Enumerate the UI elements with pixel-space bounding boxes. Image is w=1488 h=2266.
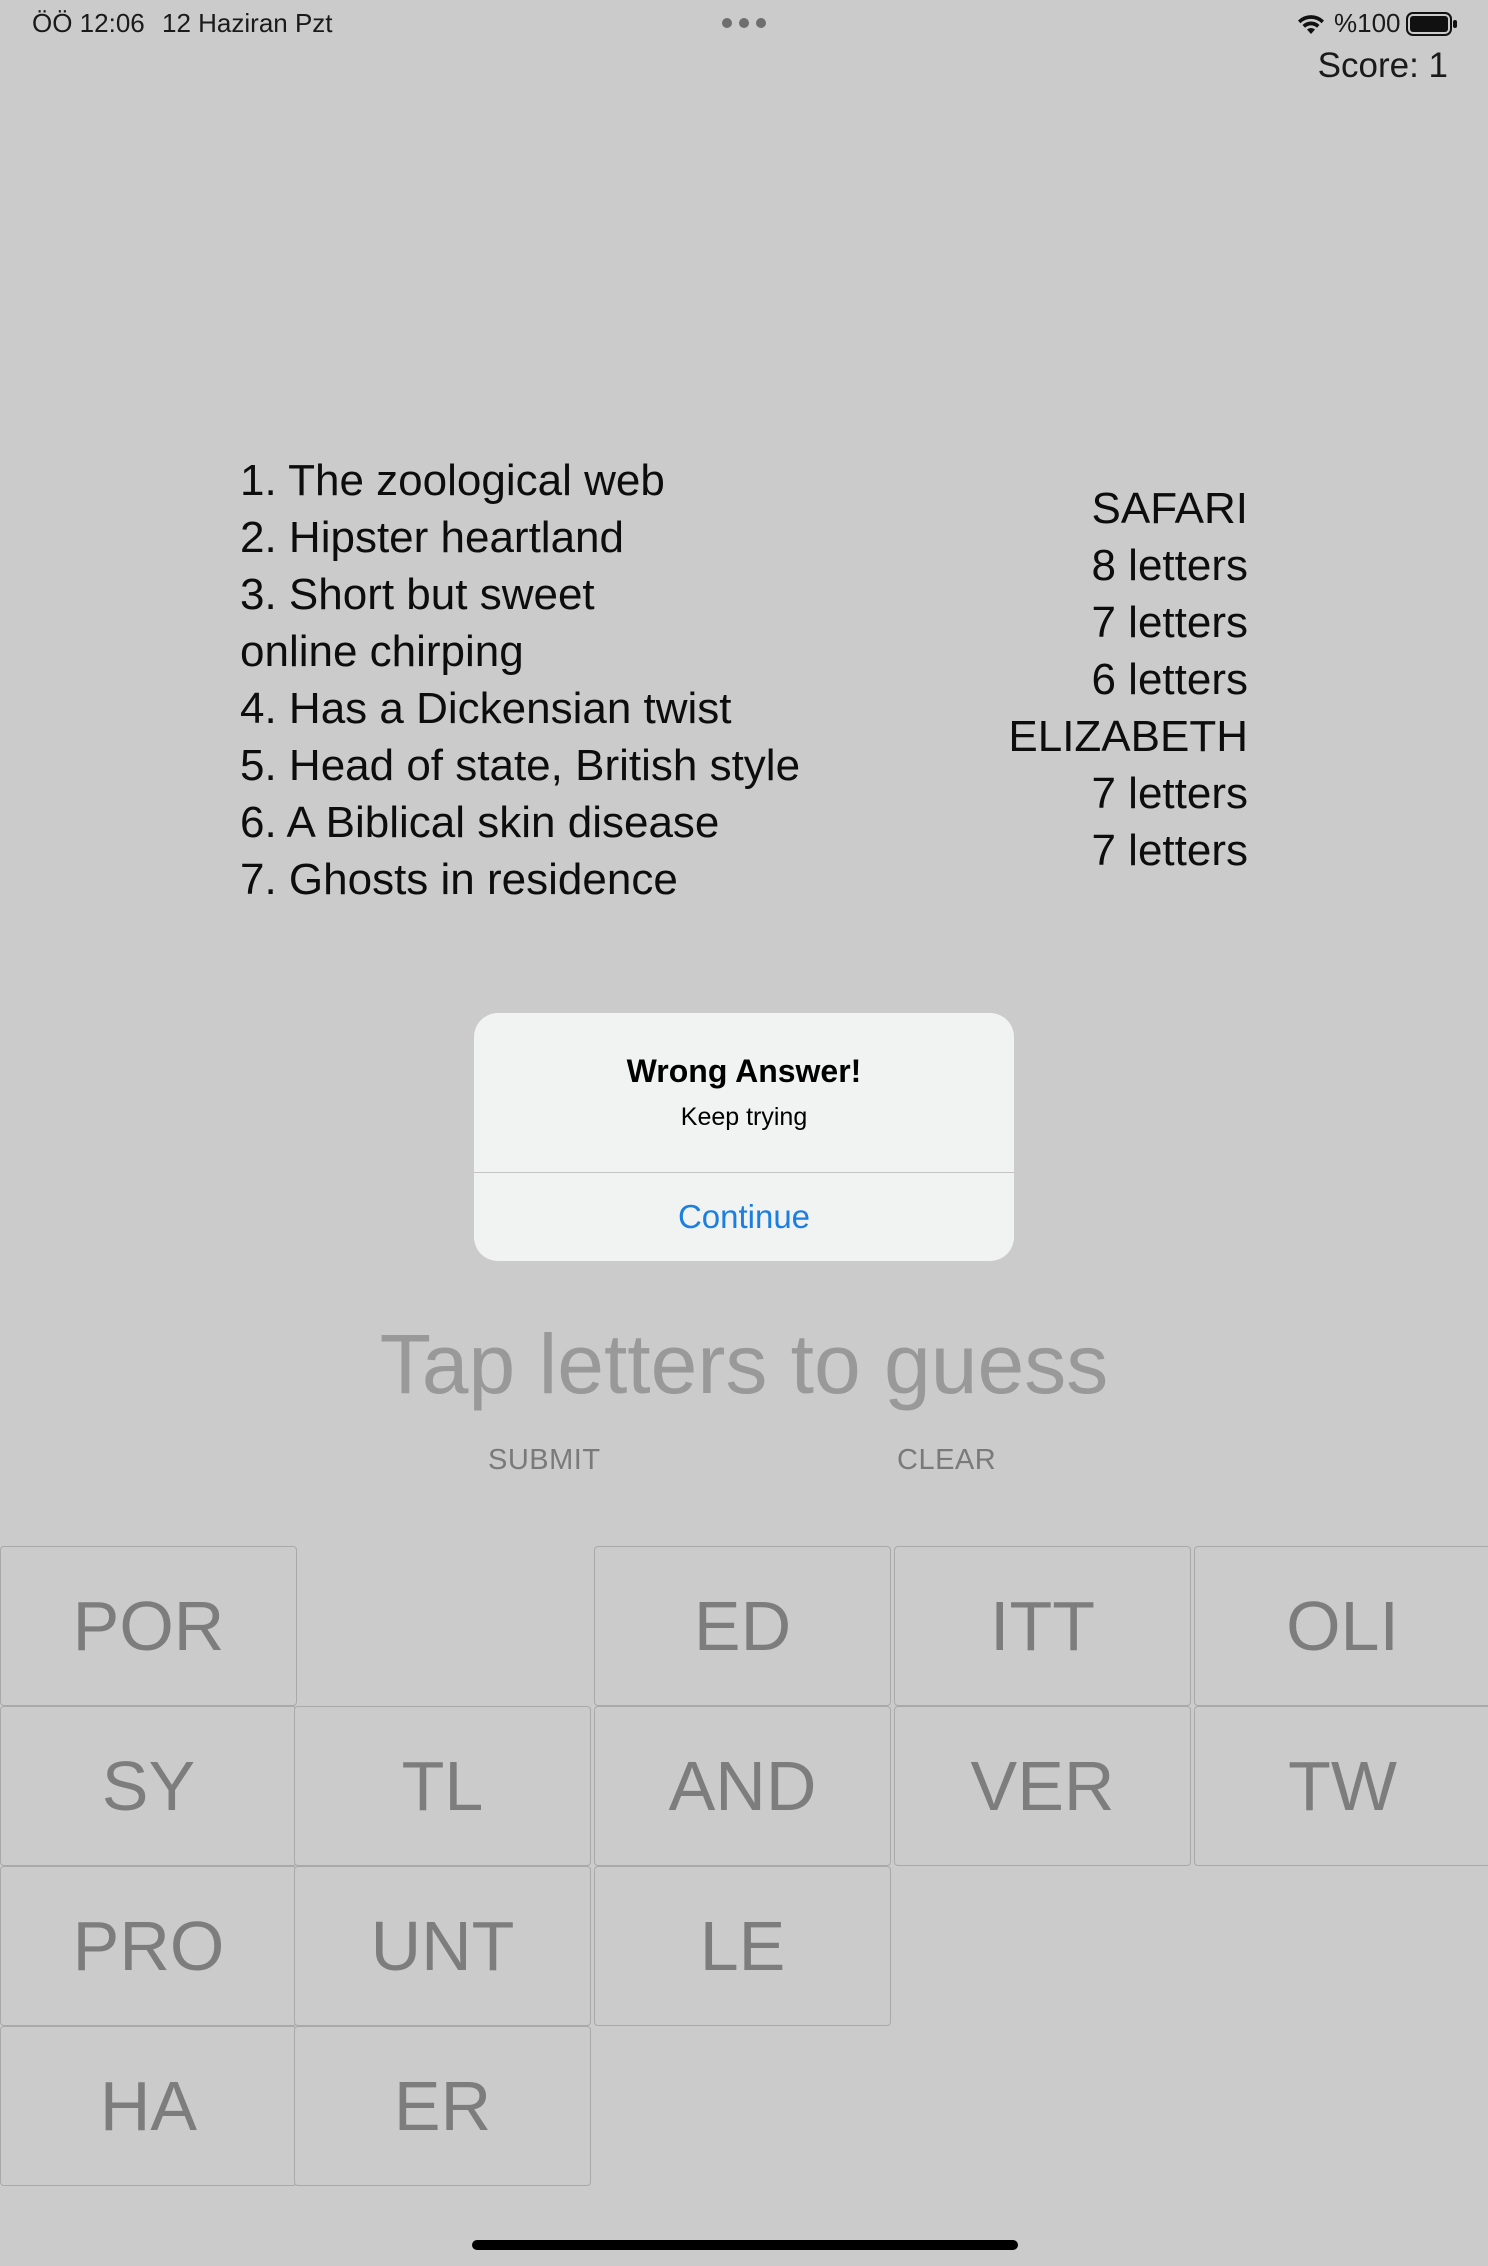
wifi-icon	[1298, 15, 1324, 34]
clue-item: 5. Head of state, British style	[240, 741, 801, 790]
answer-item: 7 letters	[1091, 826, 1248, 875]
answer-item: 7 letters	[1091, 598, 1248, 647]
letter-tile[interactable]: ED	[594, 1546, 891, 1706]
letter-tile[interactable]: ITT	[894, 1546, 1191, 1706]
letter-tile[interactable]: TW	[1194, 1706, 1488, 1866]
submit-button[interactable]: SUBMIT	[488, 1444, 601, 1477]
wrong-answer-alert: Wrong Answer! Keep trying Continue	[474, 1013, 1014, 1261]
score-label: Score: 1	[1317, 46, 1448, 85]
home-indicator[interactable]	[472, 2240, 1018, 2250]
clear-button[interactable]: CLEAR	[897, 1444, 996, 1477]
answer-item: 8 letters	[1091, 541, 1248, 590]
clue-item: 4. Has a Dickensian twist	[240, 684, 732, 733]
alert-title: Wrong Answer!	[626, 1053, 862, 1089]
answer-item: SAFARI	[1091, 484, 1249, 533]
clue-item: 1. The zoological web	[240, 456, 665, 505]
letter-tile[interactable]: VER	[894, 1706, 1191, 1866]
battery-percentage: %100	[1334, 8, 1401, 38]
clue-item: 3. Short but sweet online chirping	[240, 570, 595, 676]
alert-message: Keep trying	[680, 1103, 808, 1131]
letter-tile[interactable]: PRO	[0, 1866, 297, 2026]
clue-item: 2. Hipster heartland	[240, 513, 624, 562]
letter-tile[interactable]: OLI	[1194, 1546, 1488, 1706]
multitask-dots-icon[interactable]	[722, 18, 766, 28]
answer-item: 7 letters	[1091, 769, 1248, 818]
letter-tile[interactable]: POR	[0, 1546, 297, 1706]
answer-item: 6 letters	[1091, 655, 1248, 704]
answer-item: ELIZABETH	[1008, 712, 1248, 761]
letter-tile[interactable]: UNT	[294, 1866, 591, 2026]
letter-tile[interactable]: AND	[594, 1706, 891, 1866]
letter-tile[interactable]: ER	[294, 2026, 591, 2186]
letter-tile[interactable]: LE	[594, 1866, 891, 2026]
status-bar: ÖÖ 12:06 12 Haziran Pzt %100	[0, 0, 1488, 50]
status-time: ÖÖ 12:06	[32, 8, 145, 38]
letter-tile[interactable]: TL	[294, 1706, 591, 1866]
clue-item: 6. A Biblical skin disease	[240, 798, 720, 847]
answer-list: SAFARI 8 letters 7 letters 6 letters ELI…	[1008, 480, 1248, 879]
clue-item: 7. Ghosts in residence	[240, 855, 678, 904]
letter-tile[interactable]: HA	[0, 2026, 297, 2186]
letter-tile[interactable]: SY	[0, 1706, 297, 1866]
clue-list: 1. The zoological web 2. Hipster heartla…	[240, 452, 880, 908]
battery-icon	[1406, 12, 1457, 36]
status-date: 12 Haziran Pzt	[162, 8, 333, 38]
guess-display: Tap letters to guess	[379, 1317, 1109, 1411]
continue-button[interactable]: Continue	[474, 1173, 1014, 1261]
